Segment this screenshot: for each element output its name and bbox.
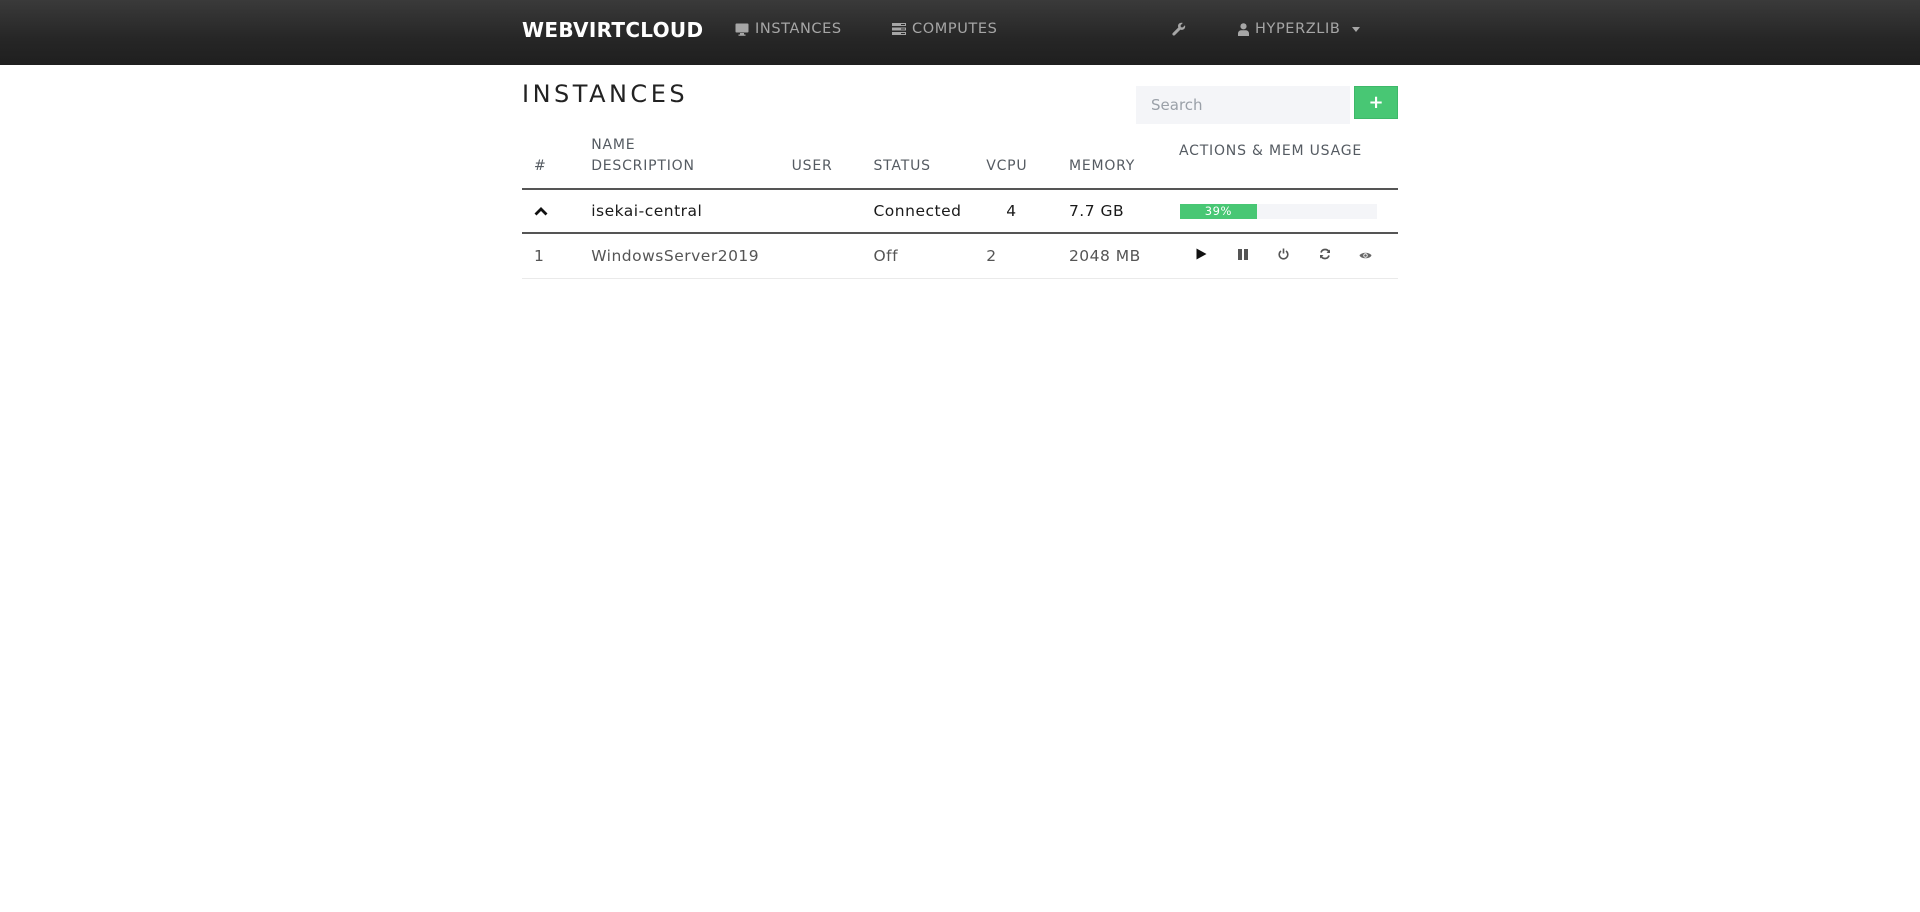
pause-button[interactable] <box>1222 241 1263 271</box>
header-name: NAME <box>591 137 636 153</box>
instance-user <box>779 233 862 279</box>
power-off-button[interactable] <box>1263 241 1304 271</box>
user-icon <box>1238 22 1249 36</box>
settings-button[interactable] <box>1172 22 1186 36</box>
plus-icon: + <box>1368 92 1384 113</box>
table-header-row: # NAME DESCRIPTION USER STATUS VCPU MEMO… <box>522 135 1398 190</box>
instance-row[interactable]: 1 WindowsServer2019 Off 2 2048 MB <box>522 233 1398 279</box>
mem-usage-progress: 39% <box>1180 203 1377 219</box>
nav-instances[interactable]: INSTANCES <box>735 21 842 37</box>
header-vcpu: VCPU <box>974 135 1057 190</box>
play-icon <box>1196 248 1207 263</box>
host-vcpu: 4 <box>974 189 1057 234</box>
instances-table: # NAME DESCRIPTION USER STATUS VCPU MEMO… <box>522 135 1398 279</box>
search-input[interactable] <box>1136 86 1350 124</box>
eye-icon <box>1359 248 1372 263</box>
nav-instances-label: INSTANCES <box>755 21 842 37</box>
mem-usage-progress-bar: 39% <box>1180 203 1257 219</box>
user-menu[interactable]: HYPERZLIB <box>1238 21 1361 37</box>
instance-memory: 2048 MB <box>1056 233 1167 279</box>
header-actions: ACTIONS & MEM USAGE <box>1167 135 1398 190</box>
instance-num: 1 <box>522 233 580 279</box>
instance-status: Off <box>861 233 975 279</box>
add-instance-button[interactable]: + <box>1354 86 1398 119</box>
caret-down-icon <box>1352 26 1361 32</box>
host-user <box>779 189 862 234</box>
host-toggle[interactable] <box>522 189 580 234</box>
user-menu-label: HYPERZLIB <box>1255 21 1341 37</box>
host-memory: 7.7 GB <box>1056 189 1167 234</box>
nav-computes-label: COMPUTES <box>912 21 998 37</box>
pause-icon <box>1237 248 1248 263</box>
chevron-up-icon[interactable] <box>534 202 548 220</box>
server-icon <box>892 23 906 35</box>
refresh-icon <box>1319 248 1331 263</box>
instance-vcpu: 2 <box>974 233 1057 279</box>
host-name[interactable]: isekai-central <box>579 189 780 234</box>
header-memory: MEMORY <box>1056 135 1167 190</box>
instance-name[interactable]: WindowsServer2019 <box>579 233 780 279</box>
nav-computes[interactable]: COMPUTES <box>892 21 997 37</box>
restart-button[interactable] <box>1304 241 1345 271</box>
brand-logo[interactable]: WEBVIRTCLOUD <box>522 18 703 42</box>
header-status: STATUS <box>861 135 975 190</box>
host-row[interactable]: isekai-central Connected 4 7.7 GB 39% <box>522 189 1398 234</box>
desktop-icon <box>735 23 749 36</box>
host-mem-usage: 39% <box>1167 189 1398 234</box>
start-button[interactable] <box>1181 241 1222 271</box>
header-user: USER <box>779 135 862 190</box>
host-status: Connected <box>861 189 975 234</box>
header-description: DESCRIPTION <box>591 158 695 174</box>
page-title: INSTANCES <box>522 80 689 108</box>
header-num: # <box>522 135 580 190</box>
view-button[interactable] <box>1345 241 1386 271</box>
navbar: WEBVIRTCLOUD INSTANCES COMPUTES HYPERZLI… <box>0 0 1920 65</box>
power-icon <box>1278 248 1289 263</box>
instance-actions <box>1167 233 1398 279</box>
wrench-icon <box>1172 22 1186 36</box>
header-name-description: NAME DESCRIPTION <box>579 135 780 190</box>
